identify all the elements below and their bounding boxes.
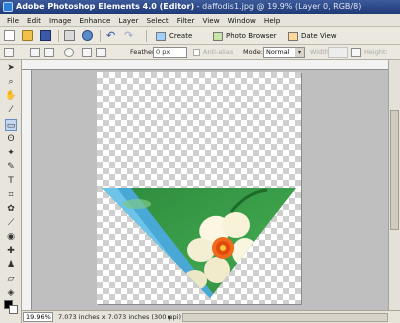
type-tool-icon[interactable]: T [5,175,17,187]
move-tool-icon[interactable]: ➤ [5,62,17,74]
cut-out-photo [102,188,296,298]
document-size-info: 7.073 inches x 7.073 inches (300 ppi) [58,313,182,321]
status-bar: 19.96% 7.073 inches x 7.073 inches (300 … [22,310,400,323]
save-icon[interactable] [40,30,51,41]
height-label: Height: [364,48,388,56]
eyedropper-tool-icon[interactable]: ⁄ [5,104,17,116]
chevron-down-icon: ▾ [295,48,304,57]
zoom-tool-icon[interactable]: ⌕ [5,76,17,88]
date-view-icon [288,31,298,41]
menu-file[interactable]: File [3,14,23,26]
add-to-selection-icon[interactable] [44,48,54,57]
create-button[interactable]: Create [156,30,192,42]
healing-brush-tool-icon[interactable]: ✚ [5,245,17,257]
photo-browser-icon [213,31,223,41]
antialias-label: Anti-alias [203,48,234,56]
zoom-level-input[interactable]: 19.96% [23,312,53,322]
title-bar: Adobe Photoshop Elements 4.0 (Editor) - … [0,0,400,14]
menu-bar: File Edit Image Enhance Layer Select Fil… [0,14,400,27]
scroll-thumb[interactable] [390,110,399,230]
ellipse-marquee-icon[interactable] [64,48,74,57]
mode-select[interactable]: Normal ▾ [263,47,305,58]
hand-tool-icon[interactable]: ✋ [5,90,17,102]
redo-icon[interactable]: ↷ [124,30,135,41]
menu-view[interactable]: View [199,14,224,26]
swap-dimensions-icon[interactable] [351,48,361,57]
create-label: Create [169,32,193,40]
create-icon [156,31,166,41]
toolbar-divider [100,30,101,42]
paint-bucket-tool-icon[interactable]: ◈ [5,287,17,299]
undo-icon[interactable]: ↶ [106,30,117,41]
selection-brush-tool-icon[interactable]: ✎ [5,161,17,173]
menu-enhance[interactable]: Enhance [75,14,114,26]
horizontal-scrollbar[interactable] [182,313,388,322]
menu-window[interactable]: Window [224,14,260,26]
photoshop-elements-icon [3,2,13,12]
clone-stamp-tool-icon[interactable]: ♟ [5,259,17,271]
magic-wand-tool-icon[interactable]: ✦ [5,147,17,159]
new-selection-icon[interactable] [30,48,40,57]
crop-tool-icon[interactable]: ⌗ [5,189,17,201]
date-view-button[interactable]: Date View [288,30,337,42]
app-title: Adobe Photoshop Elements 4.0 (Editor) [16,2,195,11]
menu-layer[interactable]: Layer [114,14,142,26]
antialias-checkbox[interactable] [193,49,200,56]
vertical-scrollbar[interactable] [388,60,400,310]
mode-label: Mode: [243,48,263,56]
image-canvas[interactable] [97,72,301,304]
eraser-tool-icon[interactable]: ▱ [5,273,17,285]
online-print-icon[interactable] [82,30,93,41]
new-file-icon[interactable] [4,30,15,41]
photo-browser-label: Photo Browser [226,32,277,40]
vertical-ruler [22,70,32,310]
open-icon[interactable] [22,30,33,41]
lasso-tool-icon[interactable]: ʘ [5,133,17,145]
straighten-tool-icon[interactable]: ⟋ [5,217,17,229]
marquee-tool-icon[interactable]: ▭ [5,119,17,131]
photo-browser-button[interactable]: Photo Browser [213,30,277,42]
toolbar-divider [58,30,59,42]
cookie-cutter-tool-icon[interactable]: ✿ [5,203,17,215]
menu-select[interactable]: Select [143,14,173,26]
date-view-label: Date View [301,32,337,40]
background-color-swatch[interactable] [9,305,18,314]
menu-edit[interactable]: Edit [23,14,45,26]
toolbox: ➤ ⌕ ✋ ⁄ ▭ ʘ ✦ ✎ T ⌗ ✿ ⟋ ◉ ✚ ♟ ▱ ◈ [0,60,22,323]
menu-help[interactable]: Help [260,14,284,26]
status-menu-arrow[interactable]: ▸ [168,311,172,323]
options-bar: Feather: 0 px Anti-alias Mode: Normal ▾ … [0,45,400,60]
print-icon[interactable] [64,30,75,41]
red-eye-tool-icon[interactable]: ◉ [5,231,17,243]
toolbar-divider [146,30,147,42]
horizontal-ruler [22,60,388,70]
menu-filter[interactable]: Filter [173,14,199,26]
marquee-tool-icon[interactable] [4,48,14,57]
intersect-selection-icon[interactable] [96,48,106,57]
document-title: daffodis1.jpg @ 19.9% (Layer 0, RGB/8) [202,2,362,11]
feather-input[interactable]: 0 px [153,47,187,58]
mode-value: Normal [266,48,290,56]
menu-image[interactable]: Image [45,14,76,26]
subtract-selection-icon[interactable] [82,48,92,57]
width-input[interactable] [328,47,348,58]
shortcuts-bar: ↶ ↷ Create Photo Browser Date View [0,27,400,45]
